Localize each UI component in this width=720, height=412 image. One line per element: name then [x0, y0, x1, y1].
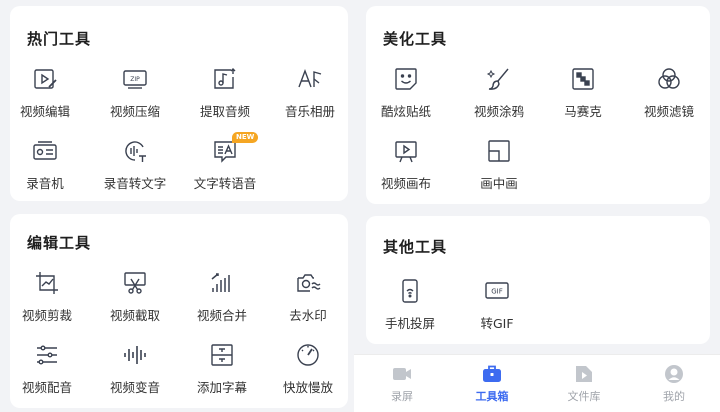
remove-watermark-icon: [297, 274, 321, 292]
tool-to-gif[interactable]: GIF 转GIF: [452, 278, 542, 332]
other-tools-title: 其他工具: [383, 238, 448, 256]
tab-label: 文件库: [567, 390, 601, 403]
merge-icon: [211, 273, 230, 292]
video-edit-icon: [34, 69, 57, 89]
speech-to-text-icon: [125, 141, 146, 162]
crop-icon: [36, 272, 58, 294]
file-library-icon: [576, 366, 592, 382]
speed-icon: [297, 344, 319, 366]
tool-extract-audio[interactable]: 提取音频: [180, 66, 270, 120]
tool-music-album[interactable]: 音乐相册: [265, 66, 355, 120]
music-album-icon: [298, 69, 322, 88]
hot-tools-card: 热门工具 视频编辑 ZIP 视频压缩 提取音频 音乐相册 录音机 录音转文字 N…: [10, 6, 348, 201]
new-badge: NEW: [232, 132, 259, 143]
tool-label: 提取音频: [199, 104, 250, 119]
tool-label: 视频画布: [380, 176, 431, 191]
tab-label: 录屏: [391, 390, 413, 403]
other-tools-card: 其他工具 手机投屏 GIF 转GIF: [366, 216, 710, 344]
tool-text-to-speech[interactable]: NEW 文字转语音: [180, 132, 270, 192]
tool-remove-watermark[interactable]: 去水印: [263, 270, 353, 324]
tool-speed[interactable]: 快放慢放: [263, 342, 353, 396]
beauty-tools-title: 美化工具: [383, 30, 448, 48]
tool-video-compress[interactable]: ZIP 视频压缩: [90, 66, 180, 120]
canvas-icon: [395, 141, 417, 163]
tool-mosaic[interactable]: 马赛克: [538, 66, 628, 120]
tool-label: 视频滤镜: [643, 104, 694, 119]
tool-crop[interactable]: 视频剪裁: [2, 270, 92, 324]
tool-pip[interactable]: 画中画: [454, 138, 544, 192]
svg-text:ZIP: ZIP: [130, 76, 140, 83]
tool-label: 酷炫贴纸: [380, 104, 431, 119]
gif-glyph: GIF: [491, 288, 503, 296]
brush-icon: [486, 68, 509, 90]
tool-trim[interactable]: 视频截取: [90, 270, 180, 324]
tab-label: 我的: [663, 390, 685, 403]
tool-label: 录音转文字: [103, 176, 167, 191]
tool-label: 视频配音: [21, 380, 72, 395]
tool-label: 录音机: [26, 176, 64, 191]
tool-label: 视频编辑: [19, 104, 70, 119]
tool-label: 去水印: [289, 308, 327, 323]
tool-video-edit[interactable]: 视频编辑: [0, 66, 90, 120]
profile-icon: [665, 365, 683, 383]
tool-label: 快放慢放: [282, 380, 333, 395]
hot-tools-title: 热门工具: [27, 30, 92, 48]
tool-doodle[interactable]: 视频涂鸦: [454, 66, 544, 120]
tool-label: 视频变音: [109, 380, 160, 395]
dubbing-icon: [37, 345, 57, 365]
voice-change-icon: [124, 346, 146, 364]
tool-filter[interactable]: 视频滤镜: [624, 66, 714, 120]
tool-recorder[interactable]: 录音机: [0, 138, 90, 192]
tool-dubbing[interactable]: 视频配音: [2, 342, 92, 396]
record-screen-icon: [393, 368, 411, 380]
tool-label: 视频合并: [196, 308, 247, 323]
radio-icon: [33, 141, 57, 160]
tool-merge[interactable]: 视频合并: [177, 270, 267, 324]
trim-icon: [124, 272, 146, 294]
tool-subtitle[interactable]: 添加字幕: [177, 342, 267, 396]
tool-label: 添加字幕: [196, 380, 247, 395]
tab-record-screen[interactable]: 录屏: [362, 363, 442, 404]
zip-icon: ZIP: [123, 70, 147, 89]
tab-profile[interactable]: 我的: [634, 363, 714, 404]
picture-in-picture-icon: [488, 140, 510, 162]
filter-icon: [658, 68, 680, 89]
tool-speech-to-text[interactable]: 录音转文字: [90, 138, 180, 192]
music-extract-icon: [214, 68, 236, 89]
tool-label: 马赛克: [564, 104, 602, 119]
tool-label: 画中画: [480, 176, 518, 191]
tool-label: 转GIF: [480, 316, 514, 331]
tool-label: 视频涂鸦: [473, 104, 524, 119]
tool-label: 手机投屏: [384, 316, 435, 331]
tool-canvas[interactable]: 视频画布: [361, 138, 451, 192]
tool-screen-cast[interactable]: 手机投屏: [365, 278, 455, 332]
tool-label: 视频压缩: [109, 104, 160, 119]
screen-cast-icon: [402, 279, 418, 303]
edit-tools-title: 编辑工具: [27, 234, 92, 252]
tab-file-library[interactable]: 文件库: [544, 363, 624, 404]
mosaic-icon: [572, 68, 594, 90]
sticker-icon: [395, 68, 417, 90]
tool-label: 视频剪裁: [21, 308, 72, 323]
tool-voice-change[interactable]: 视频变音: [90, 342, 180, 396]
tab-label: 工具箱: [475, 390, 509, 403]
tool-sticker[interactable]: 酷炫贴纸: [361, 66, 451, 120]
tool-label: 音乐相册: [284, 104, 335, 119]
subtitle-icon: [211, 344, 233, 366]
toolbox-icon: [483, 365, 501, 382]
edit-tools-card: 编辑工具 视频剪裁 视频截取 视频合并 去水印 视频配音 视频变音 添加字幕 快…: [10, 214, 348, 408]
bottom-tab-bar: 录屏 工具箱 文件库 我的: [354, 354, 720, 412]
gif-icon: GIF: [485, 282, 509, 299]
tool-label: 文字转语音: [193, 176, 257, 191]
tab-toolbox[interactable]: 工具箱: [452, 363, 532, 404]
tool-label: 视频截取: [109, 308, 160, 323]
beauty-tools-card: 美化工具 酷炫贴纸 视频涂鸦 马赛克 视频滤镜 视频画布 画中画: [366, 6, 710, 204]
